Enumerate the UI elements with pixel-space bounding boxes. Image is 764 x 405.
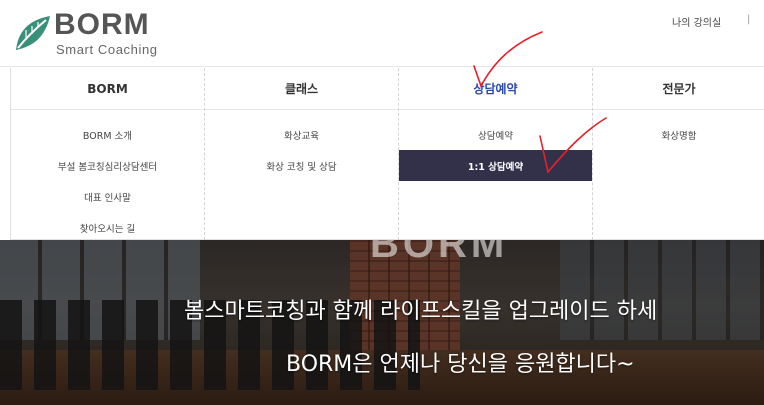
site-header: BORM Smart Coaching 나의 강의실 | [0,0,764,67]
hero-headline: 봄스마트코칭과 함께 라이프스킬을 업그레이드 하세 [184,299,658,324]
menu-column-expert: 전문가 화상명함 [593,68,764,240]
menu-header-expert[interactable]: 전문가 [593,68,764,110]
hero-subheadline: BORM은 언제나 당신을 응원합니다~ [286,352,635,377]
menu-item-one-on-one-reservation[interactable]: 1:1 상담예약 [399,150,592,181]
mega-menu: BORM BORM 소개 부설 봄코칭심리상담센터 대표 인사말 찾아오시는 길… [10,68,764,240]
menu-item-ceo-greeting[interactable]: 대표 인사말 [11,181,204,212]
logo[interactable]: BORM Smart Coaching [12,10,172,58]
menu-item-video-business-card[interactable]: 화상명함 [593,119,764,150]
page: BORM Smart Coaching 나의 강의실 | BORM 봄스마트코칭… [0,0,764,405]
my-classroom-link[interactable]: 나의 강의실 [672,14,721,29]
menu-item-reservation[interactable]: 상담예약 [399,119,592,150]
menu-item-directions[interactable]: 찾아오시는 길 [11,212,204,243]
menu-item-video-education[interactable]: 화상교육 [205,119,398,150]
logo-subtitle: Smart Coaching [56,42,158,57]
hero-ghost-logo: BORM [370,240,509,266]
logo-text: BORM [54,8,150,41]
leaf-logo-icon [16,16,50,50]
menu-column-reservation: 상담예약 상담예약 1:1 상담예약 [399,68,593,240]
menu-item-counseling-center[interactable]: 부설 봄코칭심리상담센터 [11,150,204,181]
menu-item-borm-intro[interactable]: BORM 소개 [11,119,204,150]
menu-column-class: 클래스 화상교육 화상 코칭 및 상담 [205,68,399,240]
menu-header-borm[interactable]: BORM [11,68,204,110]
hero-banner: BORM 봄스마트코칭과 함께 라이프스킬을 업그레이드 하세 BORM은 언제… [0,240,764,405]
menu-header-reservation[interactable]: 상담예약 [399,68,592,110]
top-nav-separator: | [747,14,751,25]
menu-column-borm: BORM BORM 소개 부설 봄코칭심리상담센터 대표 인사말 찾아오시는 길 [11,68,205,240]
menu-header-class[interactable]: 클래스 [205,68,398,110]
menu-item-video-coaching[interactable]: 화상 코칭 및 상담 [205,150,398,181]
